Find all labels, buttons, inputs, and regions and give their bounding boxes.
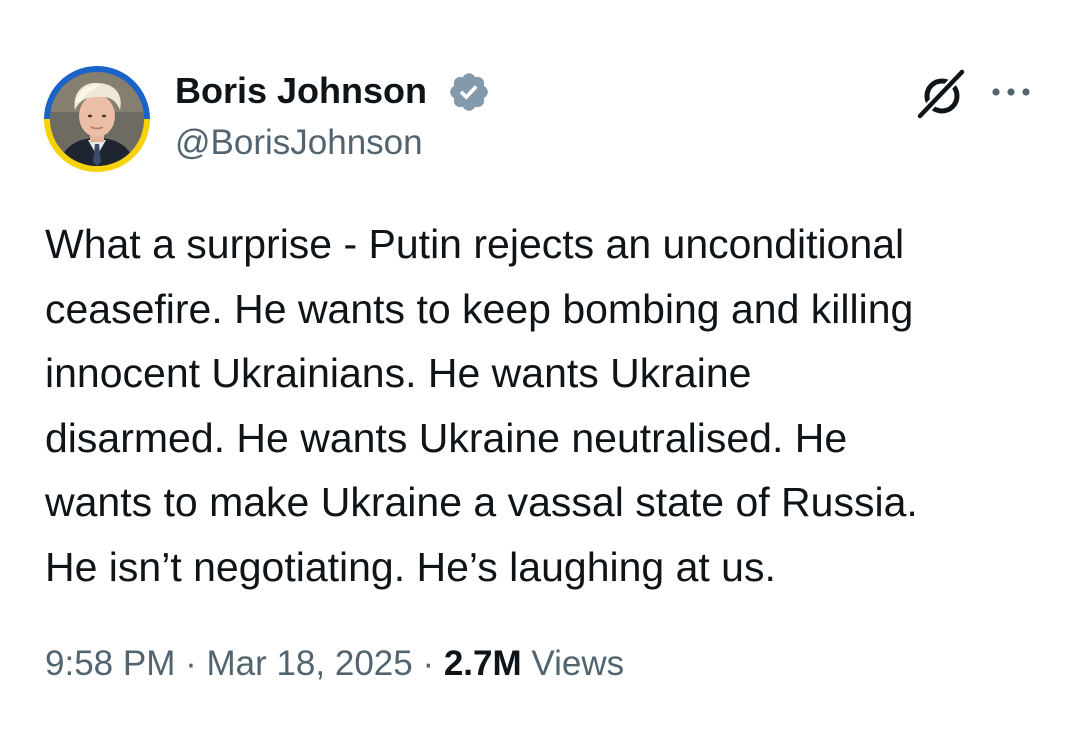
author-handle[interactable]: @BorisJohnson — [175, 122, 423, 164]
tweet-date[interactable]: Mar 18, 2025 — [206, 644, 412, 683]
verified-badge-icon — [450, 73, 488, 111]
avatar-photo — [50, 72, 144, 166]
tweet-text: What a surprise - Putin rejects an uncon… — [45, 212, 1045, 599]
tweet-text-line: wants to make Ukraine a vassal state of … — [45, 479, 918, 525]
tweet-metadata: 9:58 PM · Mar 18, 2025 · 2.7M Views — [45, 640, 624, 688]
tweet-text-line: innocent Ukrainians. He wants Ukraine — [45, 350, 752, 396]
meta-separator: · — [175, 644, 207, 683]
tweet-text-line: He isn’t negotiating. He’s laughing at u… — [45, 543, 776, 590]
views-label: Views — [531, 644, 625, 683]
display-name[interactable]: Boris Johnson — [175, 70, 427, 112]
tweet-time[interactable]: 9:58 PM — [45, 644, 175, 683]
tweet-card: Boris Johnson @BorisJohnson What a surpr… — [0, 0, 1080, 729]
tweet-text-line: What a surprise - Putin rejects an uncon… — [45, 221, 905, 267]
meta-separator: · — [412, 644, 444, 683]
tweet-text-line: ceasefire. He wants to keep bombing and … — [45, 285, 914, 332]
more-options-icon[interactable] — [989, 80, 1033, 104]
profile-photo-icon — [50, 72, 144, 166]
views-count[interactable]: 2.7M — [444, 644, 522, 683]
avatar[interactable] — [44, 66, 150, 172]
tweet-text-line: disarmed. He wants Ukraine neutralised. … — [45, 414, 848, 461]
grok-icon[interactable] — [912, 66, 968, 122]
